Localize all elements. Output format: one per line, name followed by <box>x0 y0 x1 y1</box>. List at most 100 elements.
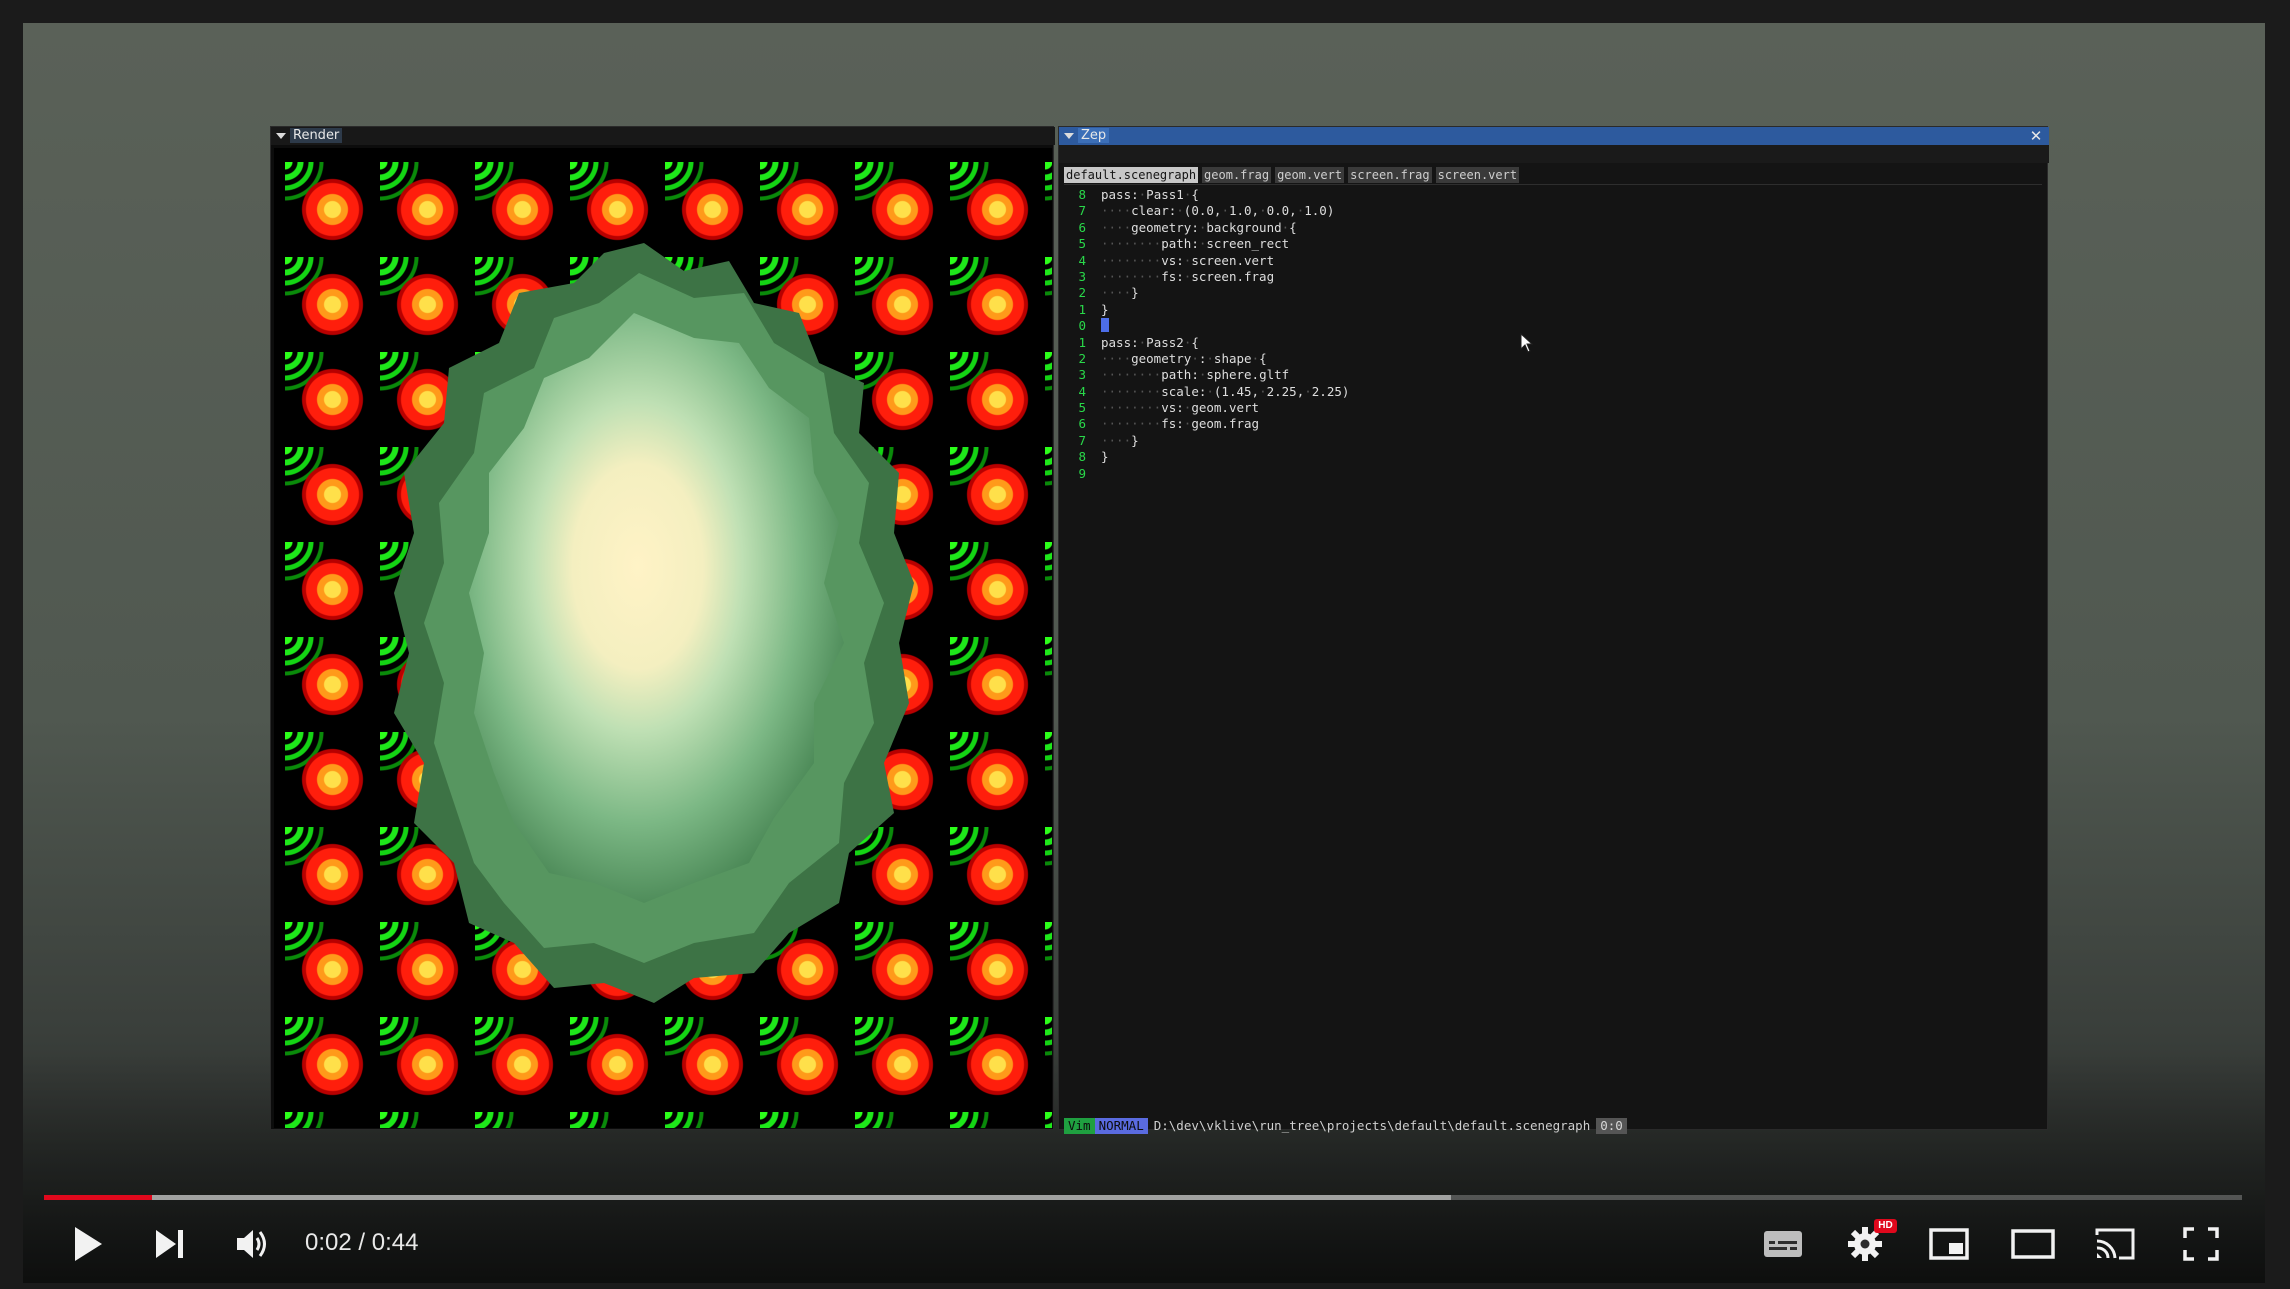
code-text: ····geometry:·background·{ <box>1101 219 1297 235</box>
progress-bar[interactable] <box>44 1195 2242 1200</box>
code-line[interactable]: 6 ········fs:·geom.frag <box>1064 416 2039 432</box>
code-line[interactable]: 3 ········fs:·screen.frag <box>1064 269 2039 285</box>
code-text: ········path:·screen_rect <box>1101 236 1290 252</box>
time-display: 0:02 / 0:44 <box>305 1229 419 1256</box>
zep-editor-window: Zep ✕ default.scenegraph geom.frag geom.ve… <box>1058 126 2049 1134</box>
code-text: ········fs:·screen.frag <box>1101 268 1275 284</box>
code-line[interactable]: 7 ····clear:·(0.0,·1.0,·0.0,·1.0) <box>1064 203 2039 219</box>
miniplayer-icon <box>1929 1228 1969 1260</box>
next-button[interactable] <box>146 1222 194 1266</box>
fullscreen-button[interactable] <box>2176 1222 2226 1266</box>
code-text: ····clear:·(0.0,·1.0,·0.0,·1.0) <box>1101 203 1335 219</box>
rendered-sphere-shape <box>394 243 914 1003</box>
subtitles-button[interactable] <box>1758 1222 1808 1266</box>
progress-played <box>44 1195 152 1200</box>
line-number: 6 <box>1078 219 1086 235</box>
code-text: } <box>1101 449 1109 465</box>
tab-geom-frag[interactable]: geom.frag <box>1202 167 1272 183</box>
line-number: 8 <box>1078 449 1086 465</box>
file-path: D:\dev\vklive\run_tree\projects\default\… <box>1153 1118 1591 1133</box>
code-text: ········path:·sphere.gltf <box>1101 367 1290 383</box>
line-number: 3 <box>1078 268 1086 284</box>
theater-mode-icon <box>2011 1229 2055 1259</box>
code-text: ········vs:·geom.vert <box>1101 400 1260 416</box>
subtitles-icon <box>1764 1231 1802 1257</box>
volume-button[interactable] <box>228 1222 278 1266</box>
code-line[interactable]: 5 ········path:·screen_rect <box>1064 236 2039 252</box>
code-line[interactable]: 2 ····} <box>1064 285 2039 301</box>
miniplayer-button[interactable] <box>1924 1222 1974 1266</box>
hd-badge: HD <box>1874 1219 1897 1233</box>
code-text: ····geometry·:·shape·{ <box>1101 350 1267 366</box>
cast-button[interactable] <box>2090 1222 2140 1266</box>
play-icon <box>75 1227 102 1261</box>
render-viewport[interactable] <box>274 148 1052 1128</box>
code-line[interactable]: 1} <box>1064 302 2039 318</box>
line-number: 0 <box>1078 318 1086 334</box>
code-text: pass:·Pass1·{ <box>1101 187 1199 202</box>
code-line[interactable]: 8 pass:·Pass1·{ <box>1064 187 2039 203</box>
line-number: 2 <box>1078 350 1086 366</box>
line-number: 4 <box>1078 383 1086 399</box>
code-line[interactable]: 2 ····geometry·:·shape·{ <box>1064 351 2039 367</box>
skip-next-icon <box>156 1230 183 1258</box>
code-line[interactable]: 1 pass:·Pass2·{ <box>1064 335 2039 351</box>
collapse-triangle-icon[interactable] <box>1064 132 1074 139</box>
line-number: 7 <box>1078 432 1086 448</box>
code-text: ········vs:·screen.vert <box>1101 252 1275 268</box>
tab-default-scenegraph[interactable]: default.scenegraph <box>1064 167 1199 183</box>
vim-mode-badge: Vim <box>1064 1118 1095 1134</box>
line-number: 1 <box>1078 301 1086 317</box>
line-number: 5 <box>1078 400 1086 416</box>
collapse-triangle-icon[interactable] <box>276 132 286 139</box>
code-line[interactable]: 0 <box>1064 318 2039 334</box>
line-number: 8 <box>1078 187 1086 202</box>
text-cursor <box>1101 318 1109 333</box>
code-line[interactable]: 6 ····geometry:·background·{ <box>1064 220 2039 236</box>
line-number: 7 <box>1078 203 1086 219</box>
line-number: 6 <box>1078 416 1086 432</box>
close-icon[interactable]: ✕ <box>2029 127 2043 145</box>
play-button[interactable] <box>64 1222 112 1266</box>
normal-mode-badge: NORMAL <box>1094 1118 1148 1134</box>
line-number: 3 <box>1078 367 1086 383</box>
tab-divider <box>1064 184 2042 185</box>
cursor-position: 0:0 <box>1596 1118 1627 1134</box>
volume-icon <box>237 1230 266 1258</box>
tab-screen-vert[interactable]: screen.vert <box>1435 167 1520 183</box>
code-line[interactable]: 7 ····} <box>1064 433 2039 449</box>
code-line[interactable]: 3 ········path:·sphere.gltf <box>1064 367 2039 383</box>
tab-geom-vert[interactable]: geom.vert <box>1275 167 1345 183</box>
line-number: 1 <box>1078 334 1086 350</box>
code-text: pass:·Pass2·{ <box>1101 334 1199 350</box>
zep-title-bar[interactable]: Zep ✕ <box>1059 127 2049 145</box>
code-line[interactable]: 4 ········scale:·(1.45,·2.25,·2.25) <box>1064 384 2039 400</box>
line-number: 4 <box>1078 252 1086 268</box>
render-window: Render <box>270 126 1055 1130</box>
theater-mode-button[interactable] <box>2006 1222 2060 1266</box>
code-line[interactable]: 8} <box>1064 449 2039 465</box>
code-line[interactable]: 9 <box>1064 466 2039 482</box>
render-title: Render <box>290 128 343 143</box>
render-title-bar[interactable]: Render <box>271 127 1055 145</box>
tab-screen-frag[interactable]: screen.frag <box>1348 167 1432 183</box>
zep-title: Zep <box>1078 128 1110 143</box>
code-line[interactable]: 5 ········vs:·geom.vert <box>1064 400 2039 416</box>
line-number: 2 <box>1078 285 1086 301</box>
code-text: ········scale:·(1.45,·2.25,·2.25) <box>1101 383 1350 399</box>
code-line[interactable]: 4 ········vs:·screen.vert <box>1064 253 2039 269</box>
zep-toolbar-gap <box>1059 145 2049 163</box>
code-text: ····} <box>1101 285 1139 301</box>
progress-buffered <box>44 1195 1451 1200</box>
cast-icon <box>2095 1228 2135 1260</box>
code-text: ····} <box>1101 432 1139 448</box>
code-text: ········fs:·geom.frag <box>1101 416 1260 432</box>
status-bar: Vim NORMAL D:\dev\vklive\run_tree\projec… <box>1064 1118 2042 1134</box>
code-editor[interactable]: 8 pass:·Pass1·{ 7 ····clear:·(0.0,·1.0,·0.0… <box>1064 187 2039 1109</box>
mouse-cursor-icon <box>1520 333 1534 353</box>
code-text: } <box>1101 301 1109 317</box>
line-number: 9 <box>1078 465 1086 481</box>
line-number: 5 <box>1078 236 1086 252</box>
file-tabs: default.scenegraph geom.frag geom.vert scre… <box>1064 167 1520 183</box>
fullscreen-icon <box>2183 1227 2219 1261</box>
